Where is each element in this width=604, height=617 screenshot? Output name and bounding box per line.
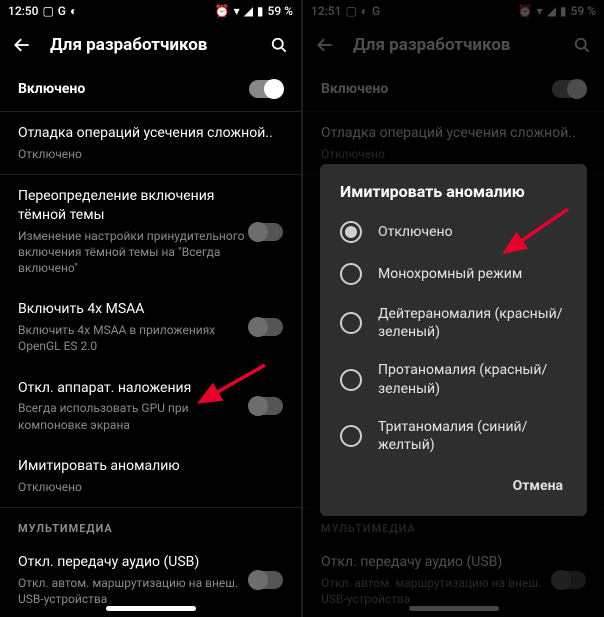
dialog-title: Имитировать аномалию xyxy=(320,182,587,211)
radio-option-tritanomaly[interactable]: Тританомалия (синий/желтый) xyxy=(320,408,587,464)
usb-title: Откл. передачу аудио (USB) xyxy=(18,553,249,572)
msaa-switch[interactable] xyxy=(249,318,283,336)
radio-label: Тританомалия (синий/желтый) xyxy=(378,418,567,454)
wifi-icon: ▾ xyxy=(234,4,240,18)
alarm-icon: ⏰ xyxy=(215,4,230,18)
hw-switch[interactable] xyxy=(249,397,283,415)
radio-label: Монохромный режим xyxy=(378,265,522,283)
dark-override-row[interactable]: Переопределение включения тёмной темы Из… xyxy=(0,175,301,288)
enabled-row[interactable]: Включено xyxy=(0,68,301,111)
sim-title: Имитировать аномалию xyxy=(18,457,283,476)
battery-percent: 59 % xyxy=(268,4,293,18)
msaa-title: Включить 4x MSAA xyxy=(18,300,249,319)
hw-overlay-row[interactable]: Откл. аппарат. наложения Всегда использо… xyxy=(0,367,301,445)
radio-label: Протаномалия (красный/зеленый) xyxy=(378,361,567,397)
battery-icon: ▮ xyxy=(257,4,264,18)
radio-option-protanomaly[interactable]: Протаномалия (красный/зеленый) xyxy=(320,351,587,407)
radio-icon xyxy=(340,221,362,243)
sim-sub: Отключено xyxy=(18,479,283,495)
image-icon: ▢ xyxy=(42,4,53,18)
radio-icon xyxy=(340,312,362,334)
hw-sub: Всегда использовать GPU при компоновке э… xyxy=(18,400,249,432)
signal-icon: ◢ xyxy=(244,4,253,18)
nav-pill[interactable] xyxy=(409,606,499,611)
dark-sub: Изменение настройки принудительного вклю… xyxy=(18,228,249,277)
cancel-button[interactable]: Отмена xyxy=(507,470,569,502)
radio-option-monochrome[interactable]: Монохромный режим xyxy=(320,253,587,295)
back-button[interactable] xyxy=(8,31,36,59)
msaa-sub: Включить 4x MSAA в приложениях OpenGL ES… xyxy=(18,322,249,354)
radio-label: Отключено xyxy=(378,223,453,241)
cloud-icon: ◐ xyxy=(70,4,77,18)
search-button[interactable] xyxy=(265,31,293,59)
usb-sub: Откл. автом. маршрутизацию на внеш. USB-… xyxy=(18,575,249,607)
category-multimedia: МУЛЬТИМЕДИА xyxy=(0,508,301,541)
dark-title: Переопределение включения тёмной темы xyxy=(18,187,249,225)
google-icon: G xyxy=(58,4,66,18)
radio-icon xyxy=(340,369,362,391)
status-time: 12:50 xyxy=(8,4,38,18)
radio-option-disabled[interactable]: Отключено xyxy=(320,211,587,253)
phone-left: 12:50 ▢ G ◐ ⏰ ▾ ◢ ▮ 59 % Для разработчик… xyxy=(0,0,301,617)
anomaly-dialog: Имитировать аномалию Отключено Монохромн… xyxy=(320,164,587,516)
trim-title: Отладка операций усечения сложной.. xyxy=(18,124,283,143)
nav-pill[interactable] xyxy=(106,606,196,611)
trim-sub: Отключено xyxy=(18,146,283,162)
radio-option-deuteranomaly[interactable]: Дейтераномалия (красный/зеленый) xyxy=(320,295,587,351)
page-title: Для разработчиков xyxy=(50,35,207,55)
radio-icon xyxy=(340,263,362,285)
enabled-switch[interactable] xyxy=(249,80,283,98)
hw-title: Откл. аппарат. наложения xyxy=(18,379,249,398)
msaa-row[interactable]: Включить 4x MSAA Включить 4x MSAA в прил… xyxy=(0,288,301,366)
app-bar: Для разработчиков xyxy=(0,22,301,68)
usb-switch[interactable] xyxy=(249,571,283,589)
radio-label: Дейтераномалия (красный/зеленый) xyxy=(378,305,567,341)
enabled-label: Включено xyxy=(18,80,249,99)
simulate-anomaly-row[interactable]: Имитировать аномалию Отключено xyxy=(0,445,301,507)
status-bar: 12:50 ▢ G ◐ ⏰ ▾ ◢ ▮ 59 % xyxy=(0,0,301,22)
dark-switch[interactable] xyxy=(249,223,283,241)
phone-right: 12:51 ▢◐G ⏰▾◢▮ 59 % Для разработчиков Вк… xyxy=(303,0,604,617)
trim-row[interactable]: Отладка операций усечения сложной.. Откл… xyxy=(0,112,301,174)
radio-icon xyxy=(340,425,362,447)
